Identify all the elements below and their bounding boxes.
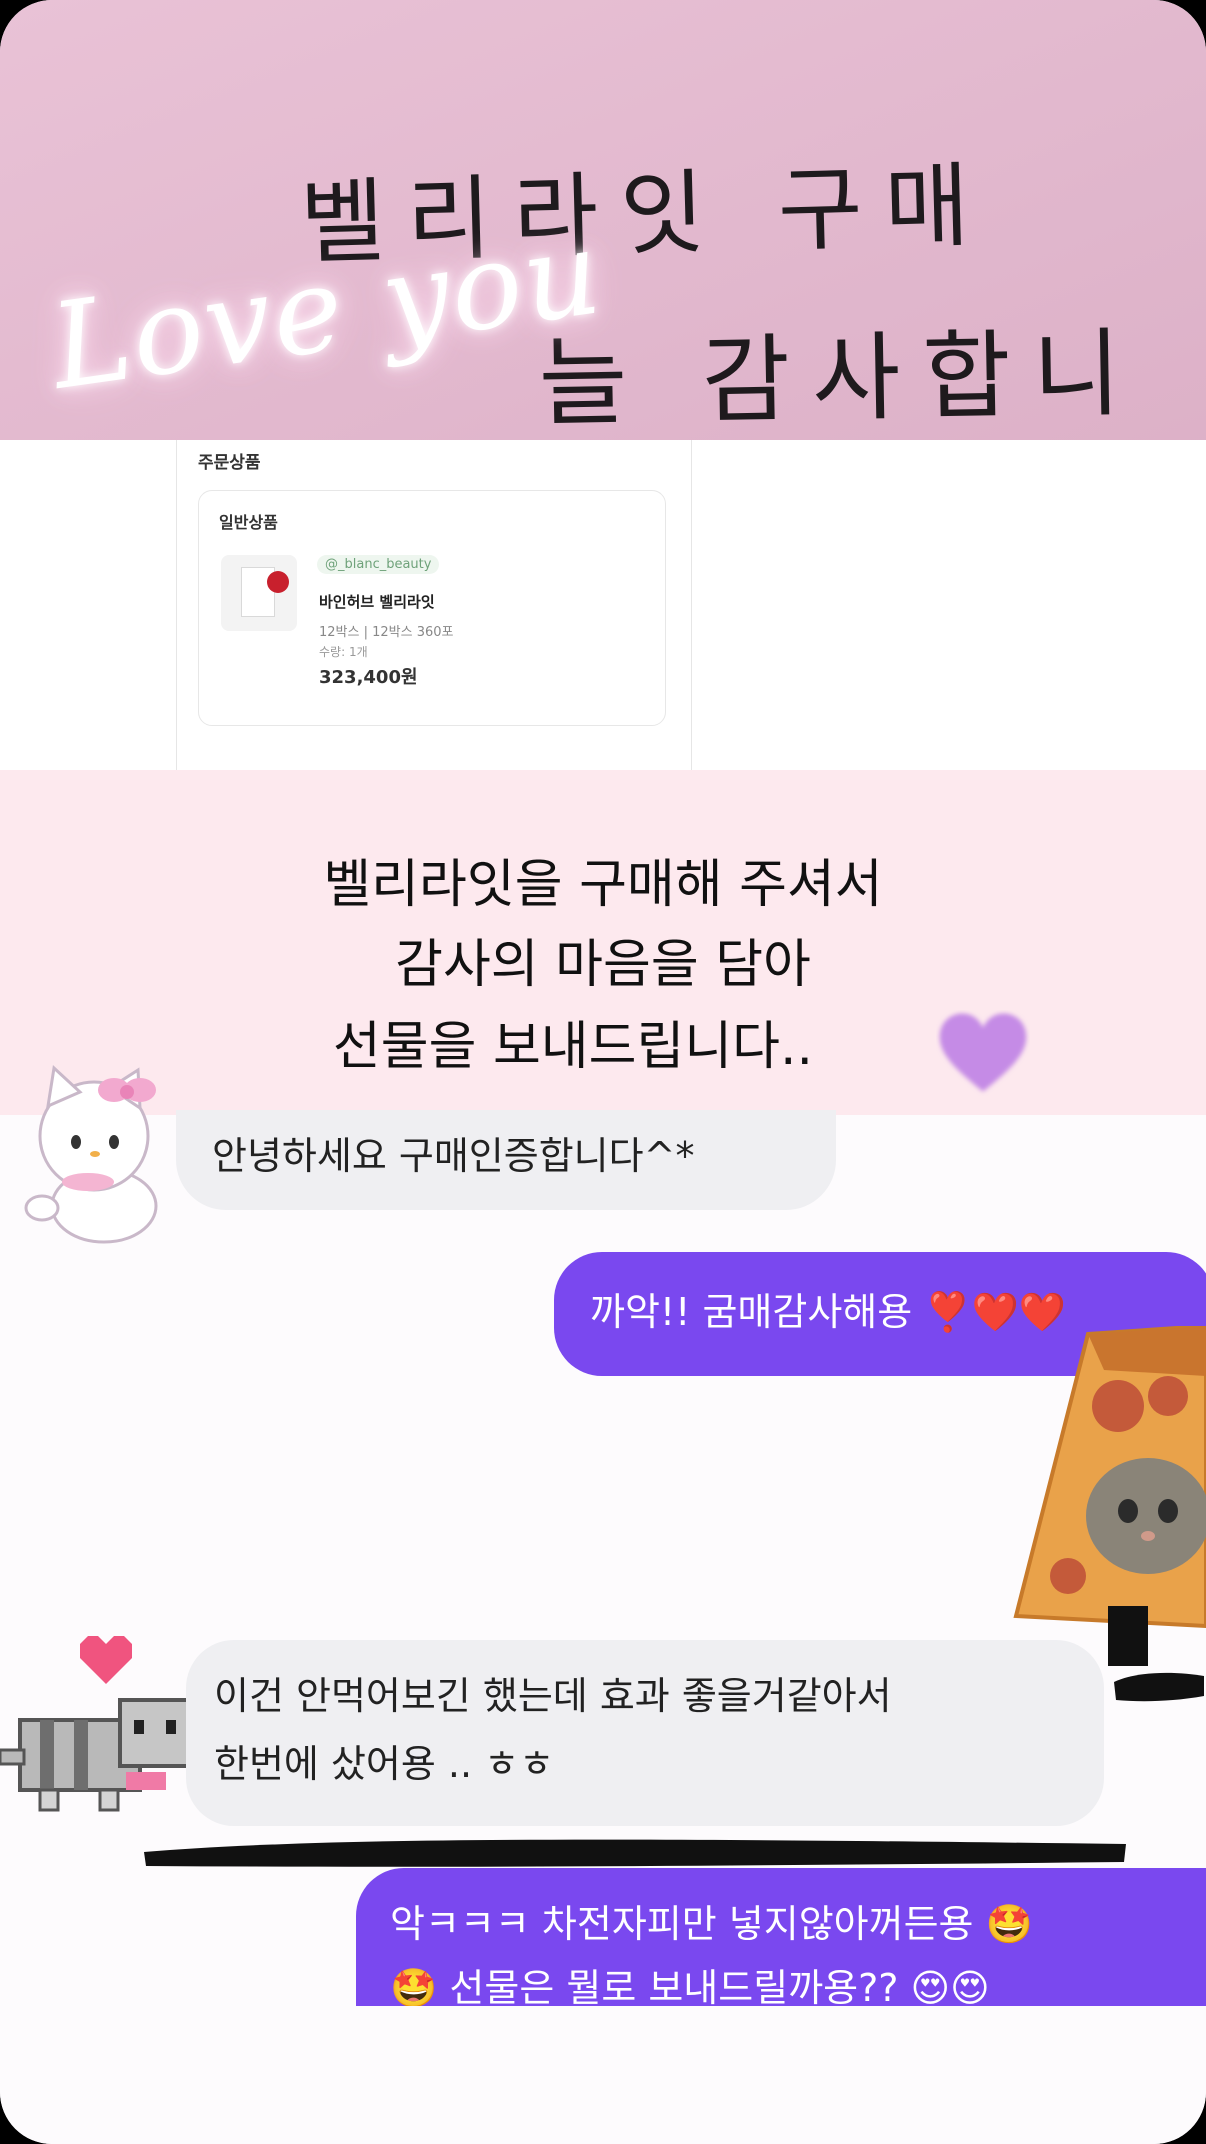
order-card-title: 일반상품 <box>219 513 278 532</box>
product-quantity: 수량: 1개 <box>319 645 368 659</box>
story-canvas: 벨리라잇 구매 늘 감사합니다. Love you 주문상품 일반상품 @_bl… <box>0 0 1206 2144</box>
seller-tag: @_blanc_beauty <box>317 555 440 574</box>
banner-line-1: 벨리라잇을 구매해 주셔서 <box>323 855 883 915</box>
banner-line-2: 감사의 마음을 담아 <box>395 935 811 995</box>
pixel-cat-sticker <box>0 1698 192 1812</box>
incoming-message-1: 안녕하세요 구매인증합니다^* <box>176 1110 836 1210</box>
product-thumbnail <box>221 555 297 631</box>
incoming-message-2-line-2: 한번에 샀어용 .. ㅎㅎ <box>214 1742 555 1786</box>
bottom-blank-area <box>0 2006 1206 2144</box>
outgoing-message-2-line-2: 🤩 선물은 뭘로 보내드릴까용?? 😍😍 <box>390 1966 990 2008</box>
order-section-title: 주문상품 <box>198 453 261 473</box>
order-product-card: 일반상품 @_blanc_beauty 바인허브 벨리라잇 12박스 | 12박… <box>198 490 666 726</box>
incoming-message-2: 이건 안먹어보긴 했는데 효과 좋을거같아서 한번에 샀어용 .. ㅎㅎ <box>186 1640 1104 1826</box>
product-badge <box>267 571 289 593</box>
pink-pixel-heart-icon <box>80 1636 132 1684</box>
product-name: 바인허브 벨리라잇 <box>319 593 435 611</box>
white-kitten-sticker <box>24 1064 158 1244</box>
redaction-marker-stroke <box>144 1839 1126 1867</box>
product-option: 12박스 | 12박스 360포 <box>319 625 454 640</box>
redaction-marker-stroke-2 <box>1114 1672 1204 1702</box>
pizza-cat-sticker <box>1013 1326 1206 1666</box>
incoming-message-2-line-1: 이건 안먹어보긴 했는데 효과 좋을거같아서 <box>214 1674 892 1718</box>
outgoing-message-2-line-1: 악ㅋㅋㅋ 차전자피만 넣지않아꺼든용 🤩 <box>390 1902 1033 1946</box>
outgoing-message-2: 악ㅋㅋㅋ 차전자피만 넣지않아꺼든용 🤩 🤩 선물은 뭘로 보내드릴까용?? 😍… <box>356 1868 1206 2008</box>
purple-heart-icon <box>939 1013 1027 1092</box>
outgoing-message-1-text: 까악!! 굼매감사해용 ❣️❤️❤️ <box>590 1290 1067 1334</box>
product-price: 323,400원 <box>319 667 418 688</box>
incoming-message-1-text: 안녕하세요 구매인증합니다^* <box>212 1134 695 1178</box>
